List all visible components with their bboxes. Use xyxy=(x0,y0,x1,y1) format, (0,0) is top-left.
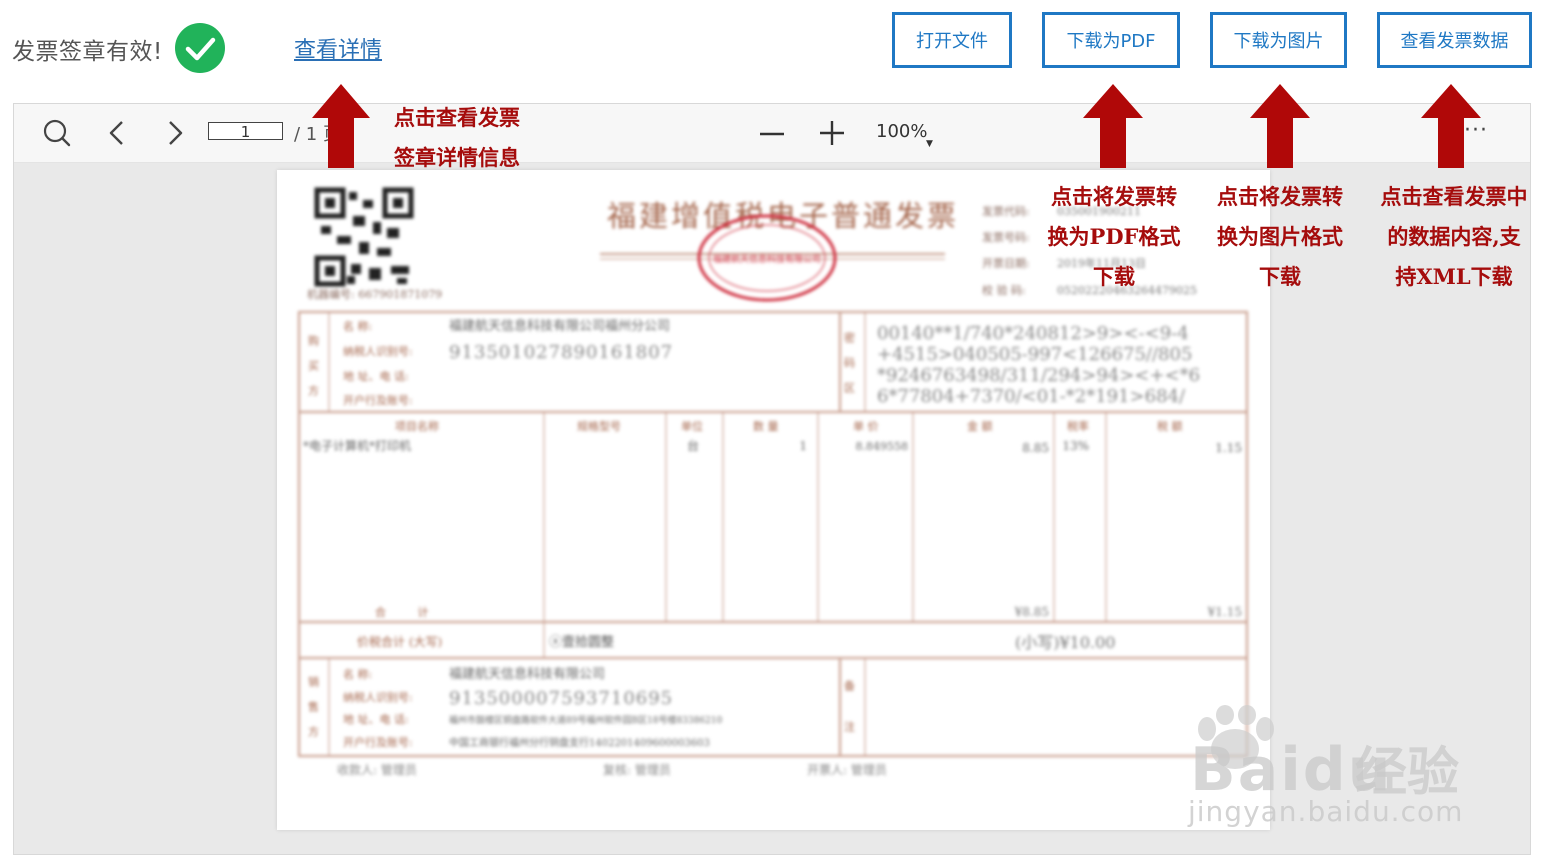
svg-text:地 址、电 话:: 地 址、电 话: xyxy=(343,369,409,383)
svg-text:发票号码:: 发票号码: xyxy=(982,230,1030,244)
svg-text:名 称:: 名 称: xyxy=(343,319,372,333)
seller-address: 福州市鼓楼区铜盘路软件大道89号福州软件园B区18号楼83386210 xyxy=(449,714,723,726)
reviewer: 复核: 管理员 xyxy=(603,762,671,777)
cipher-line-1: 00140**1/740*240812>9><-<9-4 xyxy=(877,323,1189,344)
svg-text:1: 1 xyxy=(799,439,807,453)
download-pdf-button[interactable]: 下载为PDF xyxy=(1042,12,1180,68)
svg-text:校 验 码:: 校 验 码: xyxy=(982,283,1026,297)
svg-text:单位: 单位 xyxy=(681,419,703,433)
svg-text:台: 台 xyxy=(687,438,699,453)
svg-text:数 量: 数 量 xyxy=(753,420,779,433)
sum-uppercase: ⓧ壹拾圆整 xyxy=(549,635,614,650)
sum-lowercase: (小写)¥10.00 xyxy=(1015,633,1115,652)
zoom-level-select[interactable]: 100% xyxy=(876,121,927,142)
annotation-data: 点击查看发票中 的数据内容,支 持XML下载 xyxy=(1380,184,1528,289)
svg-text:单 价: 单 价 xyxy=(853,420,879,433)
machine-number: 机器编号: 667901871079 xyxy=(307,287,442,301)
next-page-icon[interactable] xyxy=(164,119,186,147)
svg-text:购买方: 购买方 xyxy=(307,334,320,410)
seller-name: 福建航天信息科技有限公司 xyxy=(449,666,605,682)
svg-text:8.85: 8.85 xyxy=(1022,441,1049,455)
arrow-up-icon xyxy=(312,84,370,168)
svg-text:税率: 税率 xyxy=(1067,419,1089,433)
svg-text:销售方: 销售方 xyxy=(307,675,320,751)
zoom-out-icon[interactable] xyxy=(758,120,786,148)
svg-text:规格型号: 规格型号 xyxy=(577,419,621,433)
svg-text:开户行及账号:: 开户行及账号: xyxy=(343,735,413,749)
signature-status-text: 发票签章有效! xyxy=(12,39,163,65)
view-invoice-data-button[interactable]: 查看发票数据 xyxy=(1377,12,1532,68)
svg-text:备注: 备注 xyxy=(843,679,856,762)
svg-text:纳税人识别号:: 纳税人识别号: xyxy=(343,344,413,358)
svg-text:价税合计 (大写): 价税合计 (大写) xyxy=(357,634,442,649)
arrow-up-icon xyxy=(1250,84,1310,168)
view-details-link[interactable]: 查看详情 xyxy=(294,32,382,64)
download-image-button[interactable]: 下载为图片 xyxy=(1210,12,1347,68)
arrow-up-icon xyxy=(1421,84,1481,168)
annotation-image: 点击将发票转 换为图片格式 下载 xyxy=(1217,184,1343,289)
cipher-line-2: +4515>040505-997<126675//805 xyxy=(877,344,1192,365)
open-file-button[interactable]: 打开文件 xyxy=(892,12,1012,68)
qr-code-icon xyxy=(314,187,414,287)
buyer-name: 福建航天信息科技有限公司福州分公司 xyxy=(449,318,670,334)
annotation-pdf: 点击将发票转 换为PDF格式 下载 xyxy=(1047,184,1181,289)
buyer-tax-id: 91350102789016180​7 xyxy=(449,342,673,363)
drawer: 开票人: 管理员 xyxy=(807,762,887,777)
svg-text:项目名称: 项目名称 xyxy=(395,419,439,433)
seal-text: 福建航天信息科技有限公司 xyxy=(713,253,821,265)
total-tax: ¥1.15 xyxy=(1207,605,1242,619)
arrow-up-icon xyxy=(1083,84,1143,168)
svg-text:密码区: 密码区 xyxy=(843,331,856,407)
svg-text:名 称:: 名 称: xyxy=(343,667,372,681)
seller-bank: 中国工商银行福州分行铜盘支行1402201409600003603 xyxy=(449,736,710,749)
svg-text:税 额: 税 额 xyxy=(1157,419,1183,433)
page-number-input[interactable]: 1 xyxy=(208,122,283,141)
svg-text:开户行及账号:: 开户行及账号: xyxy=(343,393,413,407)
total-amount: ¥8.85 xyxy=(1014,605,1049,619)
svg-text:8.849558: 8.849558 xyxy=(856,440,909,453)
svg-text:纳税人识别号:: 纳税人识别号: xyxy=(343,690,413,704)
seller-tax-id: 913500007593710695 xyxy=(449,688,673,709)
svg-text:地 址、电 话:: 地 址、电 话: xyxy=(343,712,409,726)
cipher-line-4: 6*77804+7370/<01-*2*191>684/ xyxy=(877,386,1186,407)
svg-text:开票日期:: 开票日期: xyxy=(982,257,1030,270)
annotation-details: 点击查看发票 签章详情信息 xyxy=(394,105,520,170)
svg-text:发票代码:: 发票代码: xyxy=(982,204,1030,218)
svg-text:合 计: 合 计 xyxy=(375,605,443,619)
chevron-down-icon[interactable]: ▼ xyxy=(926,139,933,149)
watermark-brand-cn: 经验 xyxy=(1355,743,1460,803)
watermark-url: jingyan.baidu.com xyxy=(1188,795,1464,828)
svg-text:13%: 13% xyxy=(1062,439,1089,453)
zoom-in-icon[interactable] xyxy=(818,119,846,147)
item-name: *电子计算机*打印机 xyxy=(303,438,411,453)
cipher-line-3: *9246763498/311/294>94><+<*6 xyxy=(877,365,1200,386)
check-icon xyxy=(175,23,225,73)
payee: 收款人: 管理员 xyxy=(337,762,417,777)
search-icon[interactable] xyxy=(42,118,72,148)
previous-page-icon[interactable] xyxy=(106,119,128,147)
svg-text:1.15: 1.15 xyxy=(1215,441,1242,455)
svg-text:金 额: 金 额 xyxy=(967,419,993,433)
